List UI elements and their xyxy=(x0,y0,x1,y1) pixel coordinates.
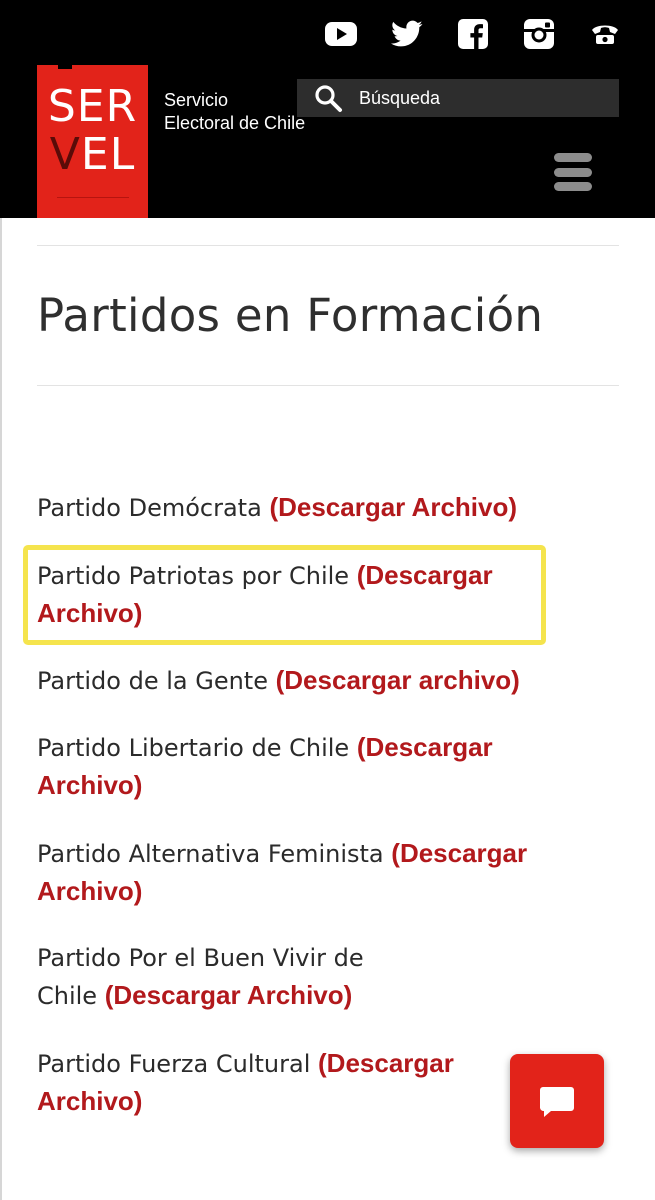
social-links xyxy=(321,14,625,54)
logo-underline xyxy=(57,197,129,198)
download-link[interactable]: (Descargar Archivo) xyxy=(105,980,353,1010)
menu-bar xyxy=(554,182,592,191)
download-link[interactable]: (Descargar Archivo) xyxy=(269,492,517,522)
party-name: Partido de la Gente xyxy=(37,667,268,695)
party-name: Partido Patriotas por Chile xyxy=(37,562,350,590)
party-item: Partido de la Gente (Descargar archivo) xyxy=(37,662,597,700)
party-item: Partido Libertario de Chile (Descargar A… xyxy=(37,729,537,805)
page-title: Partidos en Formación xyxy=(37,289,544,342)
youtube-icon[interactable] xyxy=(321,14,361,54)
party-item: Partido Por el Buen Vivir de Chile (Desc… xyxy=(37,940,397,1015)
chat-button[interactable] xyxy=(510,1054,604,1148)
hamburger-menu-icon[interactable] xyxy=(554,153,592,191)
tagline-line-2: Electoral de Chile xyxy=(164,113,306,133)
logo-text: SER VEL xyxy=(37,83,148,179)
search-icon[interactable] xyxy=(313,83,343,113)
download-link[interactable]: (Descargar archivo) xyxy=(276,665,520,695)
party-item: Partido Demócrata (Descargar Archivo) xyxy=(37,489,597,527)
search-bar[interactable] xyxy=(297,79,619,117)
menu-bar xyxy=(554,153,592,162)
search-input[interactable] xyxy=(359,87,599,109)
logo-letter-v: V xyxy=(49,129,81,180)
party-name: Partido Fuerza Cultural xyxy=(37,1050,311,1078)
instagram-icon[interactable] xyxy=(519,14,559,54)
logo-notch xyxy=(58,62,72,69)
phone-icon[interactable] xyxy=(585,14,625,54)
divider-top xyxy=(37,245,619,246)
chat-bubble-icon xyxy=(540,1087,574,1117)
page-left-border xyxy=(0,218,2,1200)
logo-line-2-rest: EL xyxy=(80,129,136,180)
party-name: Partido Libertario de Chile xyxy=(37,734,350,762)
party-item: Partido Fuerza Cultural (Descargar Archi… xyxy=(37,1045,507,1121)
divider-title xyxy=(37,385,619,386)
party-item: Partido Alternativa Feminista (Descargar… xyxy=(37,835,577,911)
menu-bar xyxy=(554,167,592,177)
servel-logo[interactable]: SER VEL xyxy=(37,62,148,218)
twitter-icon[interactable] xyxy=(387,14,427,54)
logo-line-1: SER xyxy=(47,81,138,132)
party-name: Partido Alternativa Feminista xyxy=(37,840,384,868)
party-name: Partido Demócrata xyxy=(37,494,262,522)
site-header: SER VEL Servicio Electoral de Chile xyxy=(0,0,655,218)
logo-line-2: VEL xyxy=(37,131,148,179)
party-item: Partido Patriotas por Chile (Descargar A… xyxy=(37,557,537,633)
facebook-icon[interactable] xyxy=(453,14,493,54)
site-tagline: Servicio Electoral de Chile xyxy=(164,89,305,135)
tagline-line-1: Servicio xyxy=(164,90,229,110)
